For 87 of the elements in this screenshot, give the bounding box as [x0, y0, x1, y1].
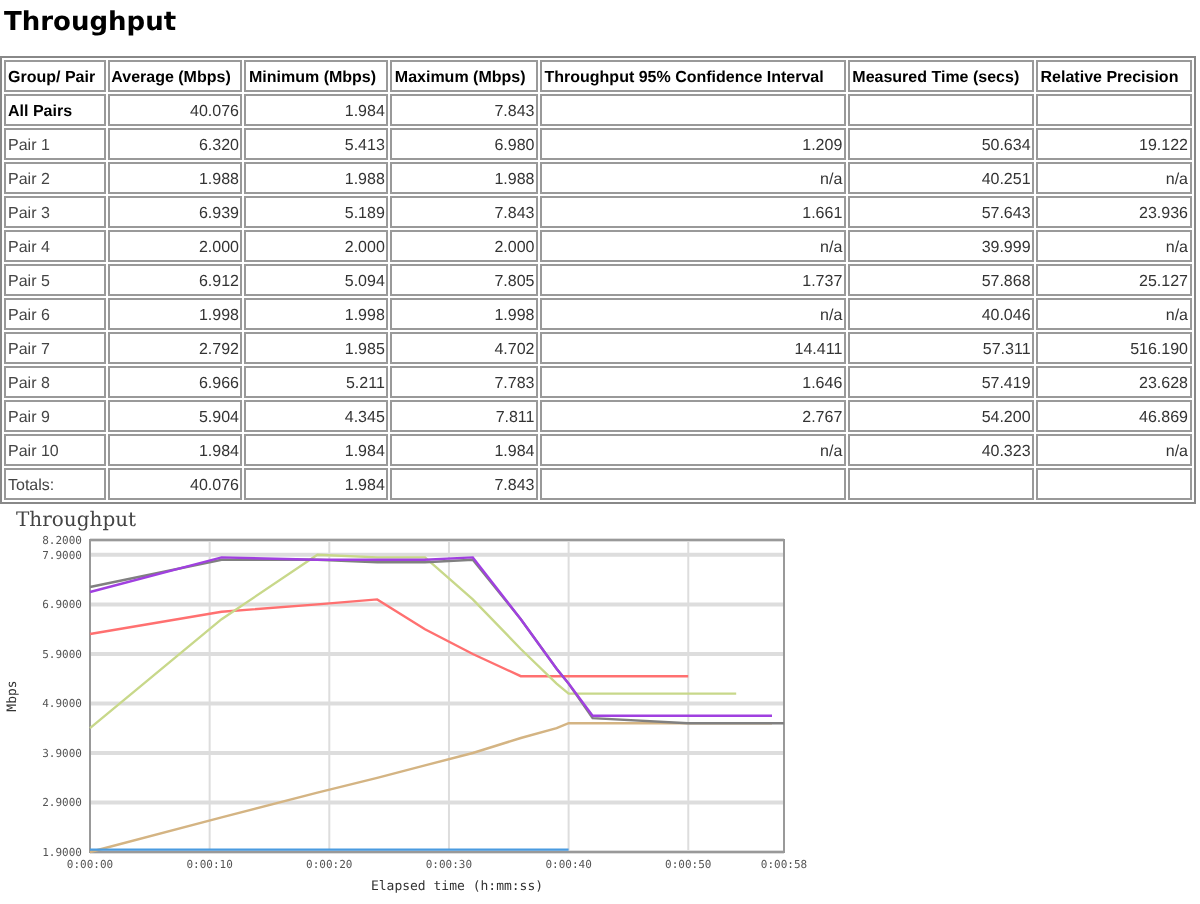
table-cell: n/a — [540, 298, 847, 330]
table-cell: n/a — [540, 434, 847, 466]
column-header: Throughput 95% Confidence Interval — [540, 60, 847, 92]
table-cell: 25.127 — [1036, 264, 1192, 296]
table-cell: Totals: — [4, 468, 106, 500]
table-cell: 1.661 — [540, 196, 847, 228]
table-cell: Pair 1 — [4, 128, 106, 160]
table-cell: 1.988 — [244, 162, 389, 194]
table-cell: 1.984 — [244, 468, 389, 500]
table-cell: Pair 3 — [4, 196, 106, 228]
column-header: Average (Mbps) — [107, 60, 243, 92]
table-cell: 2.000 — [390, 230, 539, 262]
table-cell: 40.251 — [848, 162, 1035, 194]
table-cell: Pair 9 — [4, 400, 106, 432]
table-cell: 516.190 — [1036, 332, 1192, 364]
table-cell: 19.122 — [1036, 128, 1192, 160]
column-header: Group/ Pair — [4, 60, 106, 92]
table-cell: 4.345 — [244, 400, 389, 432]
table-cell: All Pairs — [4, 94, 106, 126]
section-title: Throughput — [2, 6, 179, 42]
table-cell: 6.320 — [107, 128, 243, 160]
table-cell: 1.984 — [244, 94, 389, 126]
table-cell: 5.094 — [244, 264, 389, 296]
table-cell: 1.984 — [107, 434, 243, 466]
column-header: Maximum (Mbps) — [390, 60, 539, 92]
table-cell: 1.988 — [390, 162, 539, 194]
table-cell: 1.984 — [390, 434, 539, 466]
table-cell: 6.912 — [107, 264, 243, 296]
table-cell: 57.868 — [848, 264, 1035, 296]
table-cell: 1.998 — [244, 298, 389, 330]
table-cell: 6.966 — [107, 366, 243, 398]
chart-title: Throughput — [16, 510, 137, 532]
column-header: Minimum (Mbps) — [244, 60, 389, 92]
table-cell: n/a — [540, 162, 847, 194]
table-cell: 40.076 — [107, 468, 243, 500]
table-cell: 5.211 — [244, 366, 389, 398]
table-cell: 40.076 — [107, 94, 243, 126]
table-cell: 57.311 — [848, 332, 1035, 364]
table-cell: 1.646 — [540, 366, 847, 398]
table-cell: Pair 10 — [4, 434, 106, 466]
table-cell: 7.811 — [390, 400, 539, 432]
table-cell: Pair 2 — [4, 162, 106, 194]
table-cell: 1.985 — [244, 332, 389, 364]
table-cell: n/a — [1036, 162, 1192, 194]
table-cell: Pair 7 — [4, 332, 106, 364]
table-cell: Pair 4 — [4, 230, 106, 262]
table-cell: 39.999 — [848, 230, 1035, 262]
table-cell: 2.792 — [107, 332, 243, 364]
table-cell: Pair 8 — [4, 366, 106, 398]
table-cell: 7.843 — [390, 468, 539, 500]
table-cell: 7.843 — [390, 196, 539, 228]
table-cell: 4.702 — [390, 332, 539, 364]
table-cell: 50.634 — [848, 128, 1035, 160]
table-cell: 1.998 — [107, 298, 243, 330]
table-cell: n/a — [1036, 434, 1192, 466]
table-cell: n/a — [1036, 298, 1192, 330]
table-cell: 7.843 — [390, 94, 539, 126]
table-cell: 7.783 — [390, 366, 539, 398]
table-cell: 2.000 — [244, 230, 389, 262]
column-header: Measured Time (secs) — [848, 60, 1035, 92]
table-cell: Pair 6 — [4, 298, 106, 330]
table-cell: 57.419 — [848, 366, 1035, 398]
column-header: Relative Precision — [1036, 60, 1192, 92]
table-cell: 23.628 — [1036, 366, 1192, 398]
table-cell: 54.200 — [848, 400, 1035, 432]
table-cell: 2.767 — [540, 400, 847, 432]
table-cell: 1.998 — [390, 298, 539, 330]
table-cell: 14.411 — [540, 332, 847, 364]
table-cell: 46.869 — [1036, 400, 1192, 432]
table-cell: 7.805 — [390, 264, 539, 296]
table-cell: 6.980 — [390, 128, 539, 160]
table-cell: 5.904 — [107, 400, 243, 432]
table-cell: 23.936 — [1036, 196, 1192, 228]
table-cell: n/a — [1036, 230, 1192, 262]
table-cell: 1.209 — [540, 128, 847, 160]
table-cell: 1.737 — [540, 264, 847, 296]
table-cell: 5.413 — [244, 128, 389, 160]
table-cell: 40.323 — [848, 434, 1035, 466]
table-cell: 1.984 — [244, 434, 389, 466]
table-cell: 6.939 — [107, 196, 243, 228]
table-cell: 2.000 — [107, 230, 243, 262]
table-cell: n/a — [540, 230, 847, 262]
table-cell: 5.189 — [244, 196, 389, 228]
table-cell: Pair 5 — [4, 264, 106, 296]
table-cell: 1.988 — [107, 162, 243, 194]
table-cell: 40.046 — [848, 298, 1035, 330]
table-cell: 57.643 — [848, 196, 1035, 228]
